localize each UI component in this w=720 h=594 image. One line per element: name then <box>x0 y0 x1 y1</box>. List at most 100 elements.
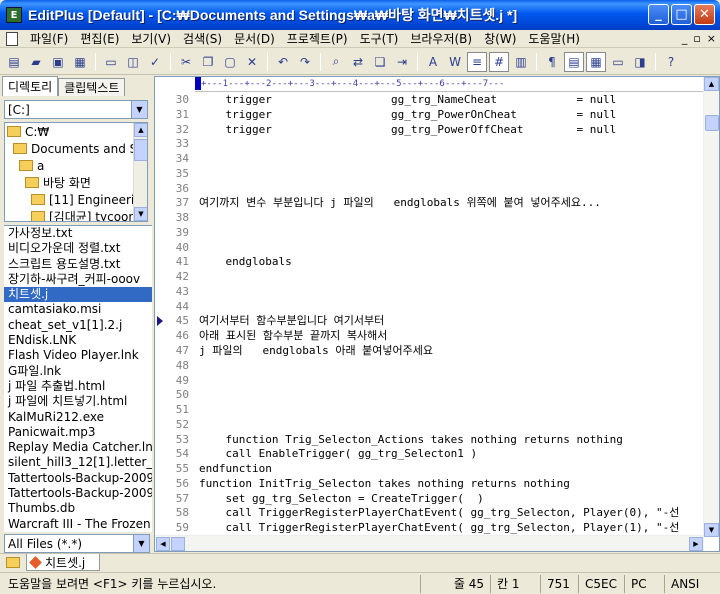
minimize-button[interactable]: _ <box>648 4 669 25</box>
close-button[interactable]: ✕ <box>694 4 715 25</box>
file-item[interactable]: camtasiako.msi <box>4 302 152 317</box>
menu-item[interactable]: 보기(V) <box>125 30 177 47</box>
scroll-up-icon[interactable]: ▲ <box>134 123 147 137</box>
code-line[interactable]: 아래 표시된 함수부분 끝까지 복사해서 <box>199 329 705 344</box>
status-column[interactable]: 칸 1 <box>490 574 540 593</box>
show-spaces-icon[interactable]: ¶ <box>542 52 562 72</box>
code-line[interactable] <box>199 241 705 256</box>
editor-pane[interactable]: +---1---+---2---+---3---+---4---+---5---… <box>154 76 720 552</box>
print-icon[interactable]: ▭ <box>101 52 121 72</box>
tree-item[interactable]: [김대균] tycoon <box>5 208 147 221</box>
scroll-left-icon[interactable]: ◀ <box>156 537 170 551</box>
spell-check-icon[interactable]: ✓ <box>145 52 165 72</box>
code-line[interactable] <box>199 374 705 389</box>
column-select-icon[interactable]: ▥ <box>511 52 531 72</box>
file-item[interactable]: 장기하-싸구려_커피-ooov <box>4 272 152 287</box>
scroll-up-icon[interactable]: ▲ <box>704 77 719 91</box>
menu-item[interactable]: 검색(S) <box>177 30 228 47</box>
code-line[interactable] <box>199 359 705 374</box>
editor-vertical-scrollbar[interactable]: ▲ ▼ <box>703 77 719 537</box>
status-eol[interactable]: PC <box>624 574 664 593</box>
scroll-down-icon[interactable]: ▼ <box>704 523 719 537</box>
file-item[interactable]: silent_hill3_12[1].letter_-_ <box>4 455 152 470</box>
find-in-files-icon[interactable]: ❏ <box>370 52 390 72</box>
find-icon[interactable]: ⌕ <box>326 52 346 72</box>
mdi-minimize-button[interactable]: _ <box>682 32 688 45</box>
help-icon[interactable]: ? <box>661 52 681 72</box>
code-line[interactable] <box>199 211 705 226</box>
file-item[interactable]: Replay Media Catcher.lnk <box>4 440 152 455</box>
code-line[interactable] <box>199 182 705 197</box>
tree-item[interactable]: 바탕 화면 <box>5 174 147 191</box>
ruler-icon[interactable]: ≡ <box>467 51 487 72</box>
file-item[interactable]: Tattertools-Backup-20090 <box>4 471 152 486</box>
cliptext-icon[interactable]: ▤ <box>564 51 584 72</box>
file-item[interactable]: 비디오가운데 정렬.txt <box>4 241 152 256</box>
mdi-close-button[interactable]: × <box>707 32 716 45</box>
scroll-thumb[interactable] <box>705 115 719 131</box>
code-line[interactable]: call TriggerRegisterPlayerChatEvent( gg_… <box>199 521 705 536</box>
tree-item[interactable]: a <box>5 157 147 174</box>
replace-icon[interactable]: ⇄ <box>348 52 368 72</box>
code-line[interactable]: 여기까지 변수 부분입니다 j 파일의 endglobals 위쪽에 붙여 넣어… <box>199 196 705 211</box>
code-line[interactable] <box>199 403 705 418</box>
save-all-icon[interactable]: ▦ <box>70 52 90 72</box>
code-line[interactable]: set gg_trg_Selecton = CreateTrigger( ) <box>199 492 705 507</box>
goto-icon[interactable]: ⇥ <box>392 52 412 72</box>
save-icon[interactable]: ▣ <box>48 52 68 72</box>
code-line[interactable]: trigger gg_trg_NameCheat = null <box>199 93 705 108</box>
file-item[interactable]: j 파일 추출법.html <box>4 379 152 394</box>
file-filter-select[interactable]: All Files (*.*) ▼ <box>4 534 150 553</box>
file-item[interactable]: Panicwait.mp3 <box>4 425 152 440</box>
new-file-icon[interactable]: ▤ <box>4 52 24 72</box>
file-item[interactable]: Warcraft III - The Frozen T <box>4 517 152 532</box>
code-line[interactable] <box>199 137 705 152</box>
output-window-icon[interactable]: ▭ <box>608 52 628 72</box>
code-line[interactable] <box>199 418 705 433</box>
folder-icon[interactable] <box>6 557 20 568</box>
word-wrap-icon[interactable]: W <box>445 52 465 72</box>
code-line[interactable] <box>199 152 705 167</box>
menu-item[interactable]: 프로젝트(P) <box>281 30 354 47</box>
editplus-app-icon[interactable]: E <box>6 7 22 23</box>
delete-icon[interactable]: ✕ <box>242 52 262 72</box>
code-line[interactable]: function InitTrig_Selecton takes nothing… <box>199 477 705 492</box>
browser-icon[interactable]: ◨ <box>630 52 650 72</box>
file-item[interactable]: 치트셋.j <box>4 287 152 303</box>
title-bar[interactable]: E EditPlus [Default] - [C:₩Documents and… <box>0 0 720 30</box>
document-tab[interactable]: 치트셋.j <box>26 554 101 571</box>
mdi-restore-button[interactable]: ▫ <box>693 32 700 45</box>
file-item[interactable]: j 파일에 치트넣기.html <box>4 394 152 409</box>
file-item[interactable]: 스크립트 용도설명.txt <box>4 257 152 272</box>
line-number-gutter[interactable]: 30 31 32 33 34 35 36 37 38 39 40 41 42 43 44 45 46 47 48 49… <box>155 93 195 539</box>
menu-item[interactable]: 브라우저(B) <box>404 30 478 47</box>
tree-scrollbar[interactable]: ▲ ▼ <box>133 123 147 221</box>
code-area[interactable]: trigger gg_trg_NameCheat = null trigger … <box>199 93 705 539</box>
tree-item[interactable]: [11] Engineering <box>5 191 147 208</box>
file-item[interactable]: 가사정보.txt <box>4 226 152 241</box>
print-preview-icon[interactable]: ◫ <box>123 52 143 72</box>
ruler[interactable]: +---1---+---2---+---3---+---4---+---5---… <box>195 77 705 92</box>
code-line[interactable]: trigger gg_trg_PowerOffCheat = null <box>199 123 705 138</box>
file-item[interactable]: Tattertools-Backup-20090 <box>4 486 152 501</box>
menu-item[interactable]: 편집(E) <box>74 30 125 47</box>
chevron-down-icon[interactable]: ▼ <box>133 535 149 552</box>
code-line[interactable] <box>199 270 705 285</box>
chevron-down-icon[interactable]: ▼ <box>131 101 147 118</box>
line-number-icon[interactable]: # <box>489 51 509 72</box>
scroll-thumb[interactable] <box>134 139 147 161</box>
code-line[interactable]: 여기서부터 함수부분입니다 여기서부터 <box>199 314 705 329</box>
file-item[interactable]: G파일.lnk <box>4 364 152 379</box>
code-line[interactable]: endglobals <box>199 255 705 270</box>
file-list[interactable]: 가사정보.txt 비디오가운데 정렬.txt 스크립트 용도설명.txt 장기하-싸구… <box>4 225 152 532</box>
copy-icon[interactable]: ❐ <box>198 52 218 72</box>
menu-item[interactable]: 문서(D) <box>228 30 281 47</box>
code-line[interactable]: function Trig_Selecton_Actions takes not… <box>199 433 705 448</box>
undo-icon[interactable]: ↶ <box>273 52 293 72</box>
menu-item[interactable]: 파일(F) <box>24 30 74 47</box>
code-line[interactable] <box>199 226 705 241</box>
menu-item[interactable]: 도움말(H) <box>522 30 586 47</box>
menu-item[interactable]: 도구(T) <box>354 30 405 47</box>
scroll-down-icon[interactable]: ▼ <box>134 207 147 221</box>
tree-item[interactable]: C:₩ <box>5 123 147 140</box>
